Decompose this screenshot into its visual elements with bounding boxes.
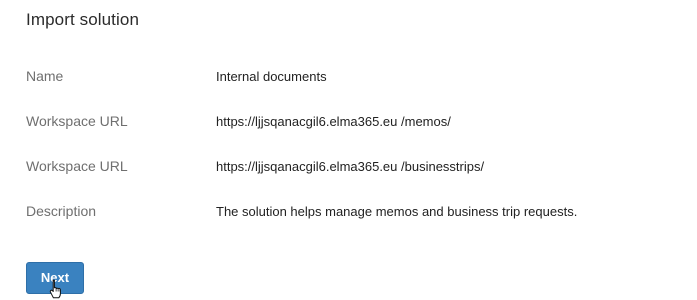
field-value-description: The solution helps manage memos and busi… xyxy=(216,204,578,219)
field-label-description: Description xyxy=(26,203,97,219)
field-value-name: Internal documents xyxy=(216,69,327,84)
field-value-workspace-url-1: https://ljjsqanacgil6.elma365.eu /memos/ xyxy=(216,114,451,129)
field-row-workspace-url-2: Workspace URL https://ljjsqanacgil6.elma… xyxy=(26,158,676,178)
field-label-workspace-url-1: Workspace URL xyxy=(26,113,128,129)
dialog-title: Import solution xyxy=(26,10,139,29)
field-label-workspace-url-2: Workspace URL xyxy=(26,158,128,174)
next-button[interactable]: Next xyxy=(26,262,84,294)
import-solution-dialog: Import solution Name Internal documents … xyxy=(0,0,697,300)
field-value-workspace-url-2: https://ljjsqanacgil6.elma365.eu /busine… xyxy=(216,159,485,174)
field-row-description: Description The solution helps manage me… xyxy=(26,203,676,223)
field-label-name: Name xyxy=(26,68,64,84)
field-row-workspace-url-1: Workspace URL https://ljjsqanacgil6.elma… xyxy=(26,113,676,133)
field-row-name: Name Internal documents xyxy=(26,68,676,88)
